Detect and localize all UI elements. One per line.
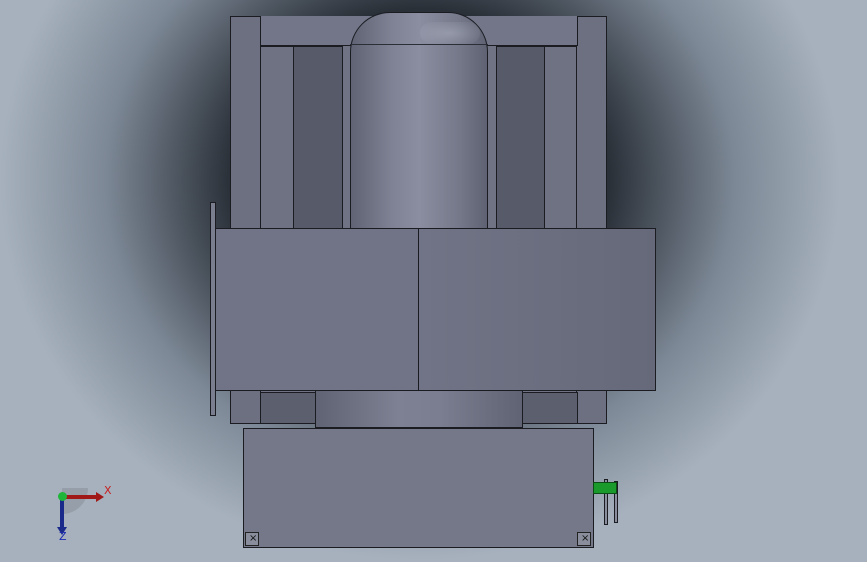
triad-origin-icon (58, 492, 67, 501)
z-axis-label: Z (59, 530, 67, 543)
screw-left: × (245, 532, 259, 546)
x-axis-label: X (104, 484, 112, 497)
frame-left-slot (293, 46, 343, 231)
cad-viewport[interactable]: × × X Z (0, 0, 867, 562)
output-shaft (593, 482, 617, 494)
frame-left-inner-rail (260, 46, 294, 231)
triad-rotation-arc (62, 488, 88, 514)
screw-right: × (577, 532, 591, 546)
z-axis-arrow (60, 497, 64, 529)
lower-left-block (260, 392, 318, 424)
motor-cylinder (350, 12, 488, 234)
motor-highlight (420, 22, 480, 44)
lower-right-block (520, 392, 578, 424)
frame-right-inner-rail (544, 46, 577, 231)
frame-right-slot (496, 46, 545, 231)
screw-left-mark: × (249, 533, 258, 544)
housing-right-half (418, 228, 656, 391)
coupling-cylinder (315, 390, 523, 428)
motor-edge-line (350, 44, 488, 45)
x-axis-arrowhead-icon (96, 492, 104, 502)
screw-right-mark: × (581, 533, 590, 544)
base-box (243, 428, 594, 548)
x-axis-arrow (62, 495, 98, 499)
housing-left-half (215, 228, 419, 391)
reference-triad: X Z (50, 482, 120, 543)
